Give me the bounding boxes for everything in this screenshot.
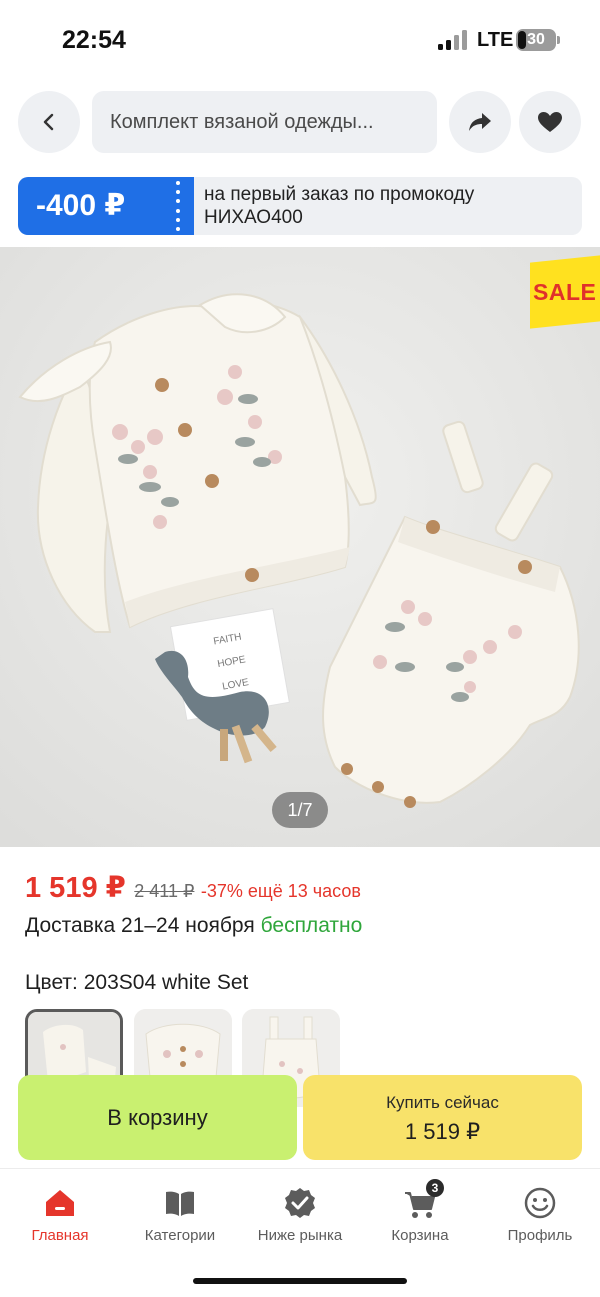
promo-text: на первый заказ по промокоду НИХАО400 xyxy=(204,183,534,229)
coupon-stub xyxy=(184,177,194,235)
nav-item-cart[interactable]: 3 Корзина xyxy=(360,1179,480,1244)
product-image-gallery[interactable]: FAITH HOPE LOVE SALE 1/7 xyxy=(0,247,600,847)
nav-label-below-market: Ниже рынка xyxy=(257,1227,343,1244)
old-price: 2 411 ₽ xyxy=(134,881,195,901)
add-to-cart-label: В корзину xyxy=(107,1104,208,1130)
delivery-info: Доставка 21–24 ноября бесплатно xyxy=(25,914,362,938)
badge-check-icon xyxy=(285,1188,315,1218)
status-bar: 22:54 LTE 30 xyxy=(0,0,600,80)
cart-icon-wrap: 3 xyxy=(402,1179,444,1221)
promo-code: НИХАО400 xyxy=(204,207,303,228)
nav-label-profile: Профиль xyxy=(507,1227,573,1244)
nav-label-home: Главная xyxy=(31,1227,89,1244)
current-price: 1 519 ₽ xyxy=(25,872,126,904)
coupon-perforation xyxy=(176,181,180,231)
nav-item-profile[interactable]: Профиль xyxy=(480,1185,600,1244)
home-icon xyxy=(46,1190,74,1216)
nav-item-categories[interactable]: Категории xyxy=(120,1185,240,1244)
nav-label-categories: Категории xyxy=(144,1227,216,1244)
nav-item-below-market[interactable]: Ниже рынка xyxy=(240,1185,360,1244)
product-photo: FAITH HOPE LOVE xyxy=(0,247,600,847)
battery-level: 30 xyxy=(527,31,545,48)
buy-now-label: Купить сейчас xyxy=(386,1093,499,1112)
buy-now-button[interactable]: Купить сейчас 1 519 ₽ xyxy=(303,1075,582,1160)
share-arrow-icon xyxy=(469,113,491,131)
delivery-dates: Доставка 21–24 ноября xyxy=(25,914,255,937)
signal-icon xyxy=(438,30,468,50)
search-input[interactable]: Комплект вязаной одежды... xyxy=(92,91,437,153)
search-text: Комплект вязаной одежды... xyxy=(110,110,374,133)
chevron-left-icon xyxy=(43,113,54,131)
home-indicator[interactable] xyxy=(193,1278,407,1284)
catalog-icon xyxy=(166,1191,194,1216)
variant-label: Цвет: 203S04 white Set xyxy=(25,971,249,994)
cart-count-badge: 3 xyxy=(426,1179,444,1197)
delivery-free: бесплатно xyxy=(260,914,363,937)
promo-banner[interactable]: -400 ₽ на первый заказ по промокоду НИХА… xyxy=(18,177,582,235)
favorite-button[interactable] xyxy=(519,91,581,153)
back-button[interactable] xyxy=(18,91,80,153)
sale-badge: SALE xyxy=(530,255,600,329)
status-time: 22:54 xyxy=(62,26,126,54)
network-label: LTE xyxy=(477,29,514,51)
buy-now-price: 1 519 ₽ xyxy=(404,1119,481,1144)
profile-smile-icon xyxy=(524,1187,556,1219)
battery-icon: 30 xyxy=(516,29,560,51)
coupon-amount: -400 ₽ xyxy=(18,177,194,235)
share-button[interactable] xyxy=(449,91,511,153)
nav-label-cart: Корзина xyxy=(391,1227,449,1244)
heart-icon xyxy=(538,112,562,132)
image-counter: 1/7 xyxy=(272,792,328,828)
nav-item-home[interactable]: Главная xyxy=(0,1185,120,1244)
price-row: 1 519 ₽ 2 411 ₽ -37% ещё 13 часов xyxy=(25,870,361,906)
sale-label: SALE xyxy=(533,278,597,305)
discount-label: -37% ещё 13 часов xyxy=(200,881,361,901)
promo-text-line1: на первый заказ по промокоду xyxy=(204,184,475,205)
add-to-cart-button[interactable]: В корзину xyxy=(18,1075,297,1160)
